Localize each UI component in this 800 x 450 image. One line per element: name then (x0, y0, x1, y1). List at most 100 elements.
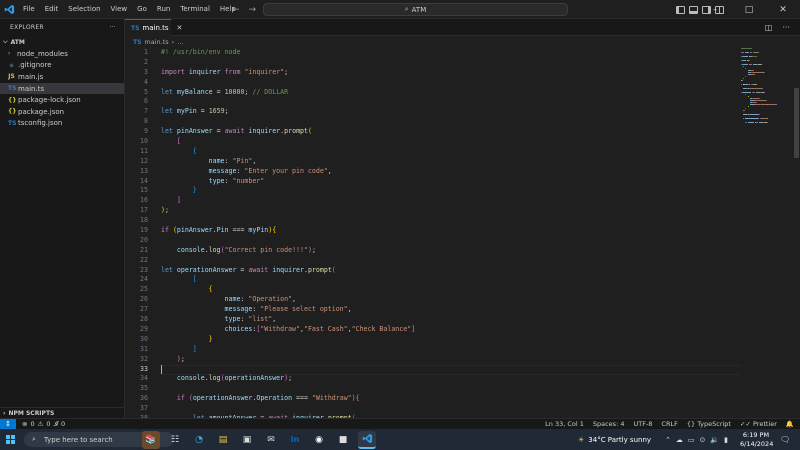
menu-go[interactable]: Go (132, 0, 152, 19)
code-area[interactable]: #! /usr/bin/env node import inquirer from… (161, 48, 741, 418)
battery-icon[interactable]: ▮ (724, 436, 728, 444)
code-line[interactable]: ); (161, 355, 741, 365)
vscode-taskbar-icon[interactable] (358, 430, 376, 449)
indentation[interactable]: Spaces: 4 (593, 420, 625, 428)
scrollbar-thumb[interactable] (794, 88, 799, 158)
tree-item-node-modules[interactable]: › node_modules (0, 48, 124, 60)
menu-selection[interactable]: Selection (63, 0, 105, 19)
folder-atm[interactable]: ⌵ ATM (0, 36, 124, 48)
code-line[interactable]: { (161, 285, 741, 295)
code-line[interactable]: console.log("Correct pin code!!!"); (161, 246, 741, 256)
language-mode[interactable]: {} TypeScript (687, 420, 731, 428)
problems-indicator[interactable]: ⊗ 0 ⚠ 0 𝓘 0 (16, 420, 65, 429)
close-icon[interactable]: ✕ (177, 24, 183, 32)
code-line[interactable] (161, 97, 741, 107)
minimize-button[interactable]: – (698, 0, 732, 19)
more-actions-icon[interactable]: ··· (782, 23, 790, 32)
breadcrumb-file[interactable]: main.ts (144, 38, 168, 46)
code-line[interactable]: ] (161, 196, 741, 206)
npm-scripts-section[interactable]: › NPM SCRIPTS (0, 407, 124, 418)
encoding[interactable]: UTF-8 (633, 420, 652, 428)
volume-icon[interactable]: 🔉 (710, 436, 719, 444)
minimap[interactable] (741, 48, 791, 128)
store-icon[interactable]: ▣ (238, 431, 256, 449)
menu-file[interactable]: File (18, 0, 40, 19)
file-explorer-icon[interactable]: ▤ (214, 431, 232, 449)
code-line[interactable]: type: "list", (161, 315, 741, 325)
code-line[interactable]: } (161, 335, 741, 345)
code-line[interactable]: ); (161, 206, 741, 216)
code-line[interactable]: let pinAnswer = await inquirer.prompt( (161, 127, 741, 137)
taskbar-search-input[interactable] (43, 435, 144, 444)
code-line[interactable] (161, 58, 741, 68)
code-line[interactable]: let operationAnswer = await inquirer.pro… (161, 266, 741, 276)
code-line[interactable]: message: "Please select option", (161, 305, 741, 315)
code-line[interactable]: import inquirer from "inquirer"; (161, 68, 741, 78)
toggle-primary-sidebar-icon[interactable] (676, 5, 685, 14)
tree-item-main-js[interactable]: JS main.js (0, 71, 124, 83)
menu-edit[interactable]: Edit (40, 0, 64, 19)
code-line[interactable]: let myPin = 1659; (161, 107, 741, 117)
remote-indicator-icon[interactable]: ↕ (0, 418, 16, 430)
mail-icon[interactable]: ✉ (262, 431, 280, 449)
code-line[interactable] (161, 365, 741, 375)
code-line[interactable] (161, 404, 741, 414)
cursor-position[interactable]: Ln 33, Col 1 (545, 420, 584, 428)
vertical-scrollbar[interactable] (792, 48, 800, 418)
chevron-up-icon[interactable]: ⌃ (665, 436, 671, 444)
news-widget-icon[interactable]: 📚 (142, 430, 160, 449)
edge-icon[interactable]: ◔ (190, 431, 208, 449)
tree-item-tsconfig-json[interactable]: TS tsconfig.json (0, 118, 124, 130)
code-line[interactable]: } (161, 186, 741, 196)
menu-run[interactable]: Run (152, 0, 175, 19)
end-of-line[interactable]: CRLF (661, 420, 677, 428)
terminal-icon[interactable]: ■ (334, 431, 352, 449)
close-button[interactable]: ✕ (766, 0, 800, 19)
notifications-bell-icon[interactable]: 🔔 (786, 420, 794, 428)
back-arrow-icon[interactable]: ← (232, 5, 240, 15)
menu-terminal[interactable]: Terminal (175, 0, 215, 19)
tree-item-package-lock-json[interactable]: {} package-lock.json (0, 94, 124, 106)
linkedin-icon[interactable]: in (286, 431, 304, 449)
taskbar-clock[interactable]: 6:19 PM 6/14/2024 (740, 431, 773, 448)
split-editor-icon[interactable]: ◫ (765, 23, 773, 32)
code-line[interactable]: type: "number" (161, 177, 741, 187)
code-line[interactable] (161, 117, 741, 127)
maximize-button[interactable]: □ (732, 0, 766, 19)
github-icon[interactable]: ◉ (310, 431, 328, 449)
code-line[interactable]: let myBalance = 10000; // DOLLAR (161, 88, 741, 98)
tab-main-ts[interactable]: TS main.ts ✕ (125, 19, 182, 36)
code-line[interactable]: [ (161, 137, 741, 147)
prettier-status[interactable]: ✓✓ Prettier (740, 420, 777, 428)
code-line[interactable]: name: "Operation", (161, 295, 741, 305)
menu-view[interactable]: View (106, 0, 133, 19)
cloud-icon[interactable]: ☁ (676, 436, 683, 444)
code-line[interactable]: if (operationAnswer.Operation === "Withd… (161, 394, 741, 404)
code-line[interactable]: message: "Enter your pin code", (161, 167, 741, 177)
code-line[interactable] (161, 384, 741, 394)
notification-center-icon[interactable]: 🗨 (780, 435, 790, 444)
code-line[interactable]: console.log(operationAnswer); (161, 374, 741, 384)
weather-widget[interactable]: ☀ 34°C Partly sunny (578, 429, 651, 450)
code-line[interactable] (161, 236, 741, 246)
code-editor[interactable]: 1 2 3 4 5 6 7 8 9 10 11 12 13 14 15 16 17 18 19 20 21 22 23 24 2… (125, 48, 800, 418)
tree-item-package-json[interactable]: {} package.json (0, 106, 124, 118)
toggle-panel-icon[interactable] (689, 5, 698, 14)
breadcrumb-more[interactable]: ... (177, 38, 183, 46)
code-line[interactable] (161, 256, 741, 266)
hardware-icon[interactable]: ▭ (688, 436, 695, 444)
code-line[interactable]: name: "Pin", (161, 157, 741, 167)
code-line[interactable]: #! /usr/bin/env node (161, 48, 741, 58)
code-line[interactable] (161, 216, 741, 226)
task-view-icon[interactable]: ☷ (166, 431, 184, 449)
more-actions-icon[interactable]: ··· (109, 24, 116, 31)
tree-item-main-ts[interactable]: TS main.ts (0, 82, 124, 95)
start-button[interactable] (0, 429, 20, 450)
code-line[interactable]: ] (161, 345, 741, 355)
code-line[interactable]: if (pinAnswer.Pin === myPin){ (161, 226, 741, 236)
command-center-search[interactable]: ⌕ ATM (263, 3, 568, 16)
wifi-icon[interactable]: ⊙ (700, 436, 706, 444)
code-line[interactable]: choices:["Withdraw","Fast Cash","Check B… (161, 325, 741, 335)
code-line[interactable] (161, 78, 741, 88)
tree-item-gitignore[interactable]: ◆ .gitignore (0, 60, 124, 72)
